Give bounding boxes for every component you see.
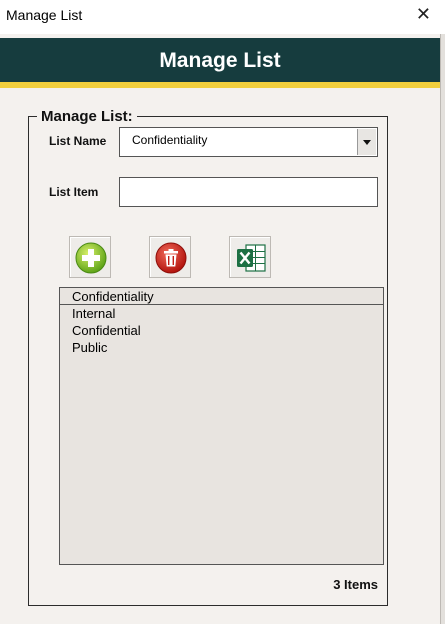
chevron-down-icon[interactable]	[357, 129, 376, 155]
window-title: Manage List	[6, 7, 83, 23]
list-name-value: Confidentiality	[132, 133, 208, 147]
title-bar: Manage List ✕	[0, 0, 445, 34]
list-item-input[interactable]	[119, 177, 378, 207]
header-banner: Manage List	[0, 38, 440, 88]
export-excel-button[interactable]	[229, 236, 271, 278]
trash-icon	[155, 242, 187, 274]
list-item[interactable]: Confidential	[60, 322, 383, 339]
list-name-label: List Name	[49, 134, 107, 148]
add-icon	[75, 242, 107, 274]
header-title: Manage List	[159, 49, 281, 72]
list-item[interactable]: Public	[60, 339, 383, 356]
add-button[interactable]	[69, 236, 111, 278]
close-icon[interactable]: ✕	[416, 4, 431, 24]
group-legend: Manage List:	[41, 108, 133, 125]
excel-icon	[237, 244, 266, 272]
list-item-label: List Item	[49, 185, 99, 199]
list-header: Confidentiality	[60, 288, 383, 305]
list-item[interactable]: Internal	[60, 305, 383, 322]
item-count: 3 Items	[333, 577, 378, 592]
window-edge	[440, 34, 445, 624]
delete-button[interactable]	[149, 236, 191, 278]
list-name-dropdown[interactable]: Confidentiality	[119, 127, 378, 157]
list-items-box[interactable]: Confidentiality Internal Confidential Pu…	[59, 287, 384, 565]
